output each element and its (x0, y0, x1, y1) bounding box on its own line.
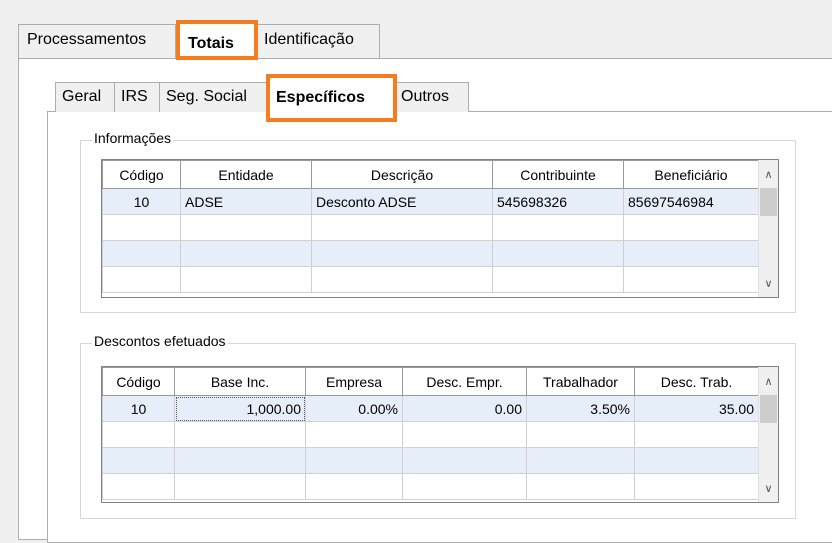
subtab-seg-social[interactable]: Seg. Social (159, 82, 267, 112)
table-row[interactable] (102, 266, 759, 293)
informacoes-scrollbar[interactable]: ∧ ∨ (758, 160, 778, 297)
table-row[interactable] (102, 421, 759, 448)
scroll-up-icon[interactable]: ∧ (759, 369, 778, 395)
descontos-title: Descontos efetuados (92, 333, 228, 349)
scroll-down-icon[interactable]: ∨ (759, 476, 778, 502)
scroll-up-icon[interactable]: ∧ (759, 162, 778, 188)
col-header-beneficiario[interactable]: Beneficiário (623, 160, 759, 189)
col-header-descricao[interactable]: Descrição (311, 160, 493, 189)
col-header-empresa[interactable]: Empresa (305, 367, 403, 396)
descontos-scrollbar[interactable]: ∧ ∨ (758, 367, 778, 502)
informacoes-grid[interactable]: Código Entidade Descrição Contribuinte B… (101, 159, 779, 298)
subtab-especificos[interactable]: Específicos (266, 74, 397, 122)
cell-codigo[interactable]: 10 (102, 188, 181, 215)
table-row[interactable]: 10 ADSE Desconto ADSE 545698326 85697546… (102, 188, 759, 215)
col-header-codigo[interactable]: Código (102, 367, 175, 396)
col-header-desc-trab[interactable]: Desc. Trab. (634, 367, 759, 396)
tab-totais[interactable]: Totais (176, 20, 258, 60)
cell-descricao[interactable]: Desconto ADSE (311, 188, 493, 215)
col-header-desc-empr[interactable]: Desc. Empr. (402, 367, 527, 396)
cell-contribuinte[interactable]: 545698326 (492, 188, 624, 215)
cell-empresa[interactable]: 0.00% (305, 395, 403, 422)
table-row[interactable] (102, 240, 759, 267)
table-row[interactable] (102, 473, 759, 500)
scroll-thumb[interactable] (760, 188, 777, 216)
tab-identificacao[interactable]: Identificação (255, 24, 380, 58)
cell-desc-trab[interactable]: 35.00 (634, 395, 759, 422)
subtab-outros[interactable]: Outros (394, 82, 469, 112)
descontos-grid[interactable]: Código Base Inc. Empresa Desc. Empr. Tra… (101, 366, 779, 503)
col-header-codigo[interactable]: Código (102, 160, 181, 189)
cell-codigo[interactable]: 10 (102, 395, 175, 422)
informacoes-header-row: Código Entidade Descrição Contribuinte B… (102, 160, 759, 189)
tab-processamentos[interactable]: Processamentos (18, 24, 176, 58)
cell-desc-empr[interactable]: 0.00 (402, 395, 527, 422)
cell-trabalhador[interactable]: 3.50% (526, 395, 635, 422)
informacoes-title: Informações (92, 130, 174, 146)
col-header-contribuinte[interactable]: Contribuinte (492, 160, 624, 189)
table-row[interactable] (102, 214, 759, 241)
scroll-down-icon[interactable]: ∨ (759, 271, 778, 297)
subtab-irs[interactable]: IRS (114, 82, 160, 112)
col-header-base-inc[interactable]: Base Inc. (174, 367, 306, 396)
scroll-thumb[interactable] (760, 395, 777, 423)
cell-base-inc[interactable]: 1,000.00 (174, 395, 306, 422)
cell-entidade[interactable]: ADSE (180, 188, 312, 215)
cell-beneficiario[interactable]: 85697546984 (623, 188, 759, 215)
table-row[interactable] (102, 447, 759, 474)
col-header-entidade[interactable]: Entidade (180, 160, 312, 189)
subtab-geral[interactable]: Geral (55, 82, 115, 112)
col-header-trabalhador[interactable]: Trabalhador (526, 367, 635, 396)
table-row[interactable]: 10 1,000.00 0.00% 0.00 3.50% 35.00 (102, 395, 759, 422)
descontos-header-row: Código Base Inc. Empresa Desc. Empr. Tra… (102, 367, 759, 396)
